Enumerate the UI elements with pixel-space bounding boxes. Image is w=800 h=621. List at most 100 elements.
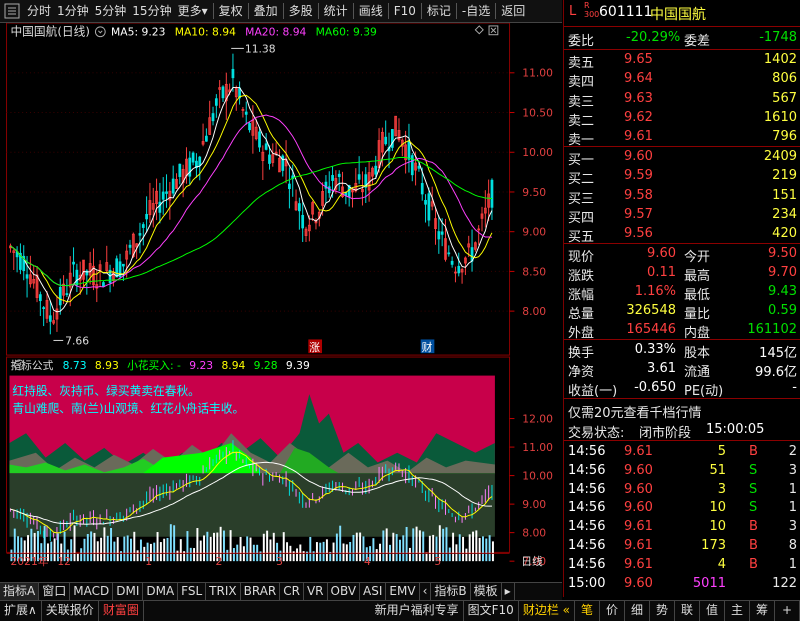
svg-text:涨: 涨 [309, 341, 320, 354]
indicator-tab[interactable]: DMI [113, 583, 144, 600]
candle-body [128, 244, 132, 248]
book-label: 卖二 [568, 113, 595, 129]
book-label: 买三 [568, 191, 595, 207]
indicator-tab[interactable]: VR [304, 583, 328, 600]
toolbar-timeshare[interactable]: 分时 [24, 0, 54, 22]
toolbar-1min[interactable]: 1分钟 [54, 0, 92, 22]
candle-body [231, 68, 235, 79]
tick-row: 14:56 9.60 10 S 1 [568, 500, 797, 516]
limit-up-marker[interactable]: 涨 [308, 339, 323, 354]
indicator-tab[interactable]: 窗口 [39, 583, 71, 600]
book-label: 买二 [568, 172, 595, 188]
bottom-left-tab[interactable]: 关联报价 [42, 601, 99, 621]
bottom-left-tab[interactable]: 财富圈 [99, 601, 144, 621]
bottom-mid-tab[interactable]: 新用户福利专享 [371, 601, 464, 621]
toolbar-more[interactable]: 更多▾ [175, 0, 211, 22]
bottom-mid-tab[interactable]: 图文F10 [464, 601, 519, 621]
indicator-tab[interactable]: TRIX [206, 583, 241, 600]
quote-side-tab[interactable]: 主 [725, 601, 750, 621]
menu-icon[interactable] [3, 2, 21, 20]
indicator-bar [475, 530, 478, 562]
toolbar-f10[interactable]: F10 [391, 0, 419, 22]
candle-body [72, 261, 75, 265]
tick-row: 14:56 9.60 51 S 3 [568, 462, 797, 478]
bid-row[interactable]: 买一 9.60 2409 [564, 148, 800, 168]
indicator-tab[interactable]: OBV [328, 583, 361, 600]
toolbar-divider [212, 3, 214, 19]
indicator-tab[interactable]: 指标A [0, 583, 40, 600]
indicator-bar [332, 542, 335, 562]
indicator-bar [126, 535, 129, 562]
book-price: 9.58 [624, 187, 653, 203]
toolbar-draw-line[interactable]: 画线 [356, 0, 386, 22]
toolbar-watchlist[interactable]: -自选 [459, 0, 493, 22]
indicator-tab[interactable]: ‹ [420, 583, 432, 600]
financial-report-marker[interactable]: 财 [420, 339, 435, 354]
stock-code[interactable]: 601111 [599, 4, 652, 20]
candle-body [171, 178, 175, 194]
quote-side-tab[interactable]: 细 [625, 601, 650, 621]
quote-side-tab[interactable]: 值 [700, 601, 725, 621]
indicator-bar [405, 526, 408, 562]
ask-row[interactable]: 卖二 9.62 1610 [564, 109, 800, 129]
bid-row[interactable]: 买三 9.58 151 [564, 187, 800, 207]
stock-name[interactable]: 中国国航 [650, 4, 706, 24]
bottom-left-tab[interactable]: 扩展∧ [0, 601, 42, 621]
tick-row: 15:00 9.60 5011 122 [568, 575, 797, 591]
book-label: 买一 [568, 153, 595, 168]
indicator-bar [415, 526, 418, 562]
quote-side-tab[interactable]: 笔 [575, 601, 600, 621]
indicator-tab[interactable]: EMV [386, 583, 420, 600]
book-label: 卖四 [568, 75, 595, 91]
indicator-bar [286, 542, 289, 562]
bid-row[interactable]: 买二 9.59 219 [564, 167, 800, 188]
book-volume: 796 [772, 129, 797, 145]
toolbar-mark[interactable]: 标记 [424, 0, 454, 22]
toolbar-5min[interactable]: 5分钟 [92, 0, 130, 22]
candle-body [437, 231, 441, 240]
indicator-bar [136, 550, 139, 562]
indicator-tab[interactable]: DMA [143, 583, 179, 600]
indicator-tab[interactable]: 指标B [431, 583, 471, 600]
bid-row[interactable]: 买五 9.56 420 [564, 225, 800, 245]
indicator-tab[interactable]: 模板 [471, 583, 502, 600]
kline-chart-area[interactable]: 中国国航(日线) MA5: 9.23 MA10: 8.94 MA20: 8.94… [0, 23, 562, 568]
indicator-bar [445, 527, 448, 562]
indicator-bar [322, 541, 325, 562]
quote-side-tab[interactable]: 筹 [750, 601, 775, 621]
indicator-bar [349, 541, 352, 562]
indicator-bar [96, 541, 99, 562]
indicator-tab[interactable]: CR [280, 583, 304, 600]
quote-side-tab[interactable]: 联 [675, 601, 700, 621]
indicator-tab[interactable]: ASI [360, 583, 387, 600]
ask-row[interactable]: 卖四 9.64 806 [564, 70, 800, 91]
indicator-bar [246, 536, 249, 562]
indicator-tab[interactable]: FSL [178, 583, 207, 600]
toolbar-multi-stock[interactable]: 多股 [286, 0, 316, 22]
indicator-bar [382, 530, 385, 562]
y-tick-label: 12.00 [522, 412, 553, 425]
bid-row[interactable]: 买四 9.57 234 [564, 206, 800, 226]
svg-text:财: 财 [422, 341, 433, 354]
ask-row[interactable]: 卖三 9.63 567 [564, 90, 800, 110]
bottom-mid-tab[interactable]: 财边栏 « [519, 601, 575, 621]
indicator-tab[interactable]: BRAR [241, 583, 281, 600]
toolbar-stats[interactable]: 统计 [321, 0, 351, 22]
indicator-bar [179, 539, 182, 562]
toolbar-divider [455, 3, 457, 19]
toolbar-adjust[interactable]: 复权 [216, 0, 246, 22]
toolbar-15min[interactable]: 15分钟 [129, 0, 174, 22]
indicator-tab[interactable]: ▸ [502, 583, 515, 600]
ask-row[interactable]: 卖五 9.65 1402 [564, 51, 800, 71]
indicator-tab[interactable]: MACD [70, 583, 114, 600]
divider [564, 339, 800, 340]
toolbar-overlay[interactable]: 叠加 [251, 0, 281, 22]
ask-row[interactable]: 卖一 9.61 796 [564, 128, 800, 148]
toolbar-divider [247, 3, 249, 19]
toolbar-back[interactable]: 返回 [498, 0, 528, 22]
quote-side-tab[interactable]: + [775, 601, 800, 621]
promo-banner[interactable]: 仅需20元查看千档行情 [564, 401, 800, 421]
indicator-y-axis: 12.0011.0010.009.008.007.00 [509, 412, 553, 568]
quote-side-tab[interactable]: 价 [600, 601, 625, 621]
quote-side-tab[interactable]: 势 [650, 601, 675, 621]
